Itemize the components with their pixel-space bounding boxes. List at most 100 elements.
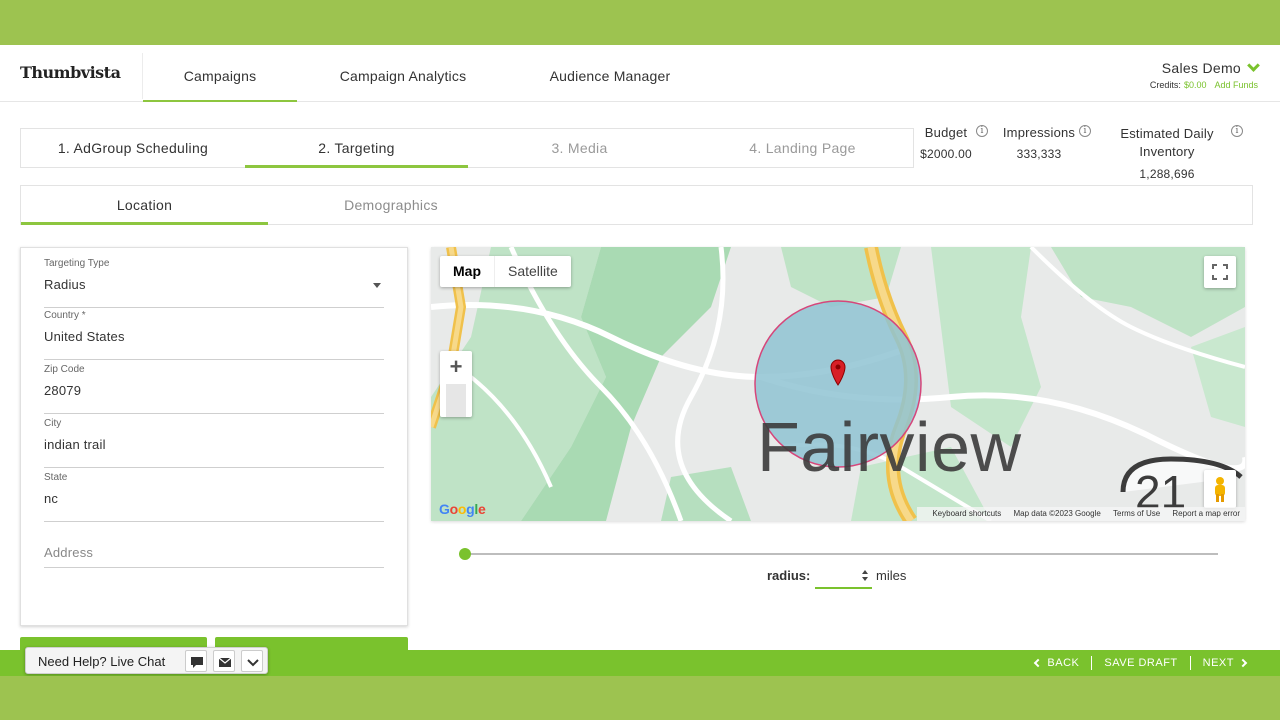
map-type-control: Map Satellite — [440, 256, 571, 287]
google-logo: Google — [439, 501, 486, 517]
impressions-info-icon[interactable]: i — [1079, 125, 1091, 137]
top-band — [0, 0, 1280, 45]
budget-stat: Budget $2000.00 — [918, 125, 974, 161]
zip-code-value: 28079 — [44, 383, 82, 398]
bottom-band — [0, 676, 1280, 720]
pegman-icon — [1215, 477, 1225, 502]
fullscreen-button[interactable] — [1204, 256, 1236, 288]
impressions-label: Impressions — [1002, 125, 1076, 140]
inventory-info-icon[interactable]: i — [1231, 125, 1243, 137]
impressions-stat: Impressions 333,333 — [1000, 125, 1078, 161]
inventory-value: 1,288,696 — [1139, 167, 1195, 181]
chat-button[interactable] — [185, 650, 207, 672]
chat-bubble-icon — [191, 657, 203, 668]
step-adgroup-scheduling[interactable]: 1. AdGroup Scheduling — [21, 129, 245, 167]
next-label: NEXT — [1202, 657, 1234, 669]
zoom-control: + − — [440, 351, 472, 417]
tab-location[interactable]: Location — [21, 186, 268, 225]
keyboard-shortcuts-link[interactable]: Keyboard shortcuts — [932, 509, 1001, 518]
street-view-button[interactable] — [1204, 470, 1236, 508]
radius-slider-track[interactable] — [464, 553, 1218, 555]
fullscreen-icon — [1212, 264, 1228, 280]
map-place-label: Fairview — [757, 408, 1022, 486]
map-data-text: Map data ©2023 Google — [1013, 509, 1101, 518]
budget-label: Budget — [924, 125, 968, 140]
save-draft-button[interactable]: SAVE DRAFT — [1104, 649, 1177, 677]
targeting-type-label: Targeting Type — [44, 258, 110, 269]
address-field[interactable]: Address — [44, 518, 384, 568]
radius-unit: miles — [876, 568, 907, 583]
collapse-chat-button[interactable] — [241, 650, 263, 672]
back-button[interactable]: BACK — [1034, 649, 1080, 677]
spinner-arrows-icon[interactable] — [862, 570, 870, 582]
radius-slider-thumb[interactable] — [459, 548, 471, 560]
wizard-steps: 1. AdGroup Scheduling 2. Targeting 3. Me… — [20, 128, 914, 168]
impressions-value: 333,333 — [1016, 147, 1062, 161]
add-funds-link[interactable]: Add Funds — [1214, 80, 1258, 90]
next-button[interactable]: NEXT — [1202, 649, 1248, 677]
credits-label: Credits: — [1149, 80, 1181, 90]
footer-separator — [1091, 656, 1093, 670]
terms-of-use-link[interactable]: Terms of Use — [1113, 509, 1160, 518]
radius-input[interactable] — [815, 565, 872, 589]
inventory-label-line2: Inventory — [1139, 144, 1195, 159]
user-name: Sales Demo — [1161, 60, 1241, 76]
address-placeholder: Address — [44, 545, 94, 560]
targeting-type-select[interactable]: Targeting Type Radius — [44, 258, 384, 308]
chevron-down-icon[interactable] — [1247, 59, 1260, 72]
google-logo-letter-2: o — [449, 501, 459, 517]
city-field[interactable]: City indian trail — [44, 418, 384, 468]
envelope-icon — [218, 657, 232, 667]
country-value: United States — [44, 329, 125, 344]
step-media[interactable]: 3. Media — [468, 129, 691, 167]
chevron-left-icon — [1034, 658, 1043, 668]
zip-code-label: Zip Code — [44, 364, 85, 375]
live-chat-label: Need Help? Live Chat — [38, 654, 166, 669]
nav-audience-manager[interactable]: Audience Manager — [530, 45, 690, 102]
credits-value: $0.00 — [1183, 80, 1207, 90]
step-targeting[interactable]: 2. Targeting — [245, 129, 468, 168]
logo-text: Thumbvista — [20, 63, 121, 82]
footer-separator — [1189, 656, 1191, 670]
inventory-label-line1: Estimated Daily — [1120, 126, 1214, 141]
google-logo-letter-3: o — [457, 501, 467, 517]
logo[interactable]: Thumbvista — [20, 58, 121, 88]
step-landing-page[interactable]: 4. Landing Page — [691, 129, 914, 167]
state-label: State — [44, 472, 68, 483]
country-label: Country * — [44, 310, 86, 321]
radius-label: radius: — [767, 568, 811, 583]
dropdown-arrow-icon[interactable] — [373, 283, 381, 288]
zoom-divider — [446, 384, 466, 417]
map-type-satellite-button[interactable]: Satellite — [495, 256, 571, 287]
map-attribution: Keyboard shortcuts Map data ©2023 Google… — [917, 507, 1245, 521]
location-form: Targeting Type Radius Country * United S… — [20, 247, 408, 626]
budget-info-icon[interactable]: i — [976, 125, 988, 137]
back-label: BACK — [1047, 657, 1080, 669]
chevron-right-icon — [1238, 658, 1248, 668]
live-chat-widget[interactable]: Need Help? Live Chat — [25, 647, 268, 674]
nav-campaign-analytics[interactable]: Campaign Analytics — [315, 45, 491, 102]
country-field[interactable]: Country * United States — [44, 310, 384, 360]
state-value: nc — [44, 491, 59, 506]
state-field[interactable]: State nc — [44, 472, 384, 522]
chevron-down-icon — [247, 659, 259, 667]
header: Thumbvista Campaigns Campaign Analytics … — [0, 45, 1280, 102]
zip-code-field[interactable]: Zip Code 28079 — [44, 364, 384, 414]
location-subtabs: Location Demographics — [20, 185, 1253, 225]
user-menu[interactable]: Sales Demo Credits: $0.00 Add Funds — [1150, 59, 1260, 90]
zoom-in-button[interactable]: + — [440, 351, 472, 384]
city-label: City — [44, 418, 62, 429]
targeting-type-value: Radius — [44, 277, 86, 292]
footer-nav: BACK SAVE DRAFT NEXT — [1034, 649, 1248, 677]
inventory-stat: Estimated Daily Inventory 1,288,696 — [1110, 125, 1224, 183]
tab-demographics[interactable]: Demographics — [268, 186, 514, 224]
google-logo-letter-1: G — [439, 501, 450, 517]
credits: Credits: $0.00 Add Funds — [1150, 80, 1258, 90]
app-window: Thumbvista Campaigns Campaign Analytics … — [0, 45, 1280, 650]
map-type-map-button[interactable]: Map — [440, 256, 495, 287]
budget-value: $2000.00 — [920, 147, 972, 161]
email-button[interactable] — [213, 650, 235, 672]
nav-campaigns[interactable]: Campaigns — [143, 45, 297, 102]
report-map-error-link[interactable]: Report a map error — [1172, 509, 1240, 518]
map[interactable]: Fairview 21 Map Satellite + − Google — [431, 247, 1245, 521]
